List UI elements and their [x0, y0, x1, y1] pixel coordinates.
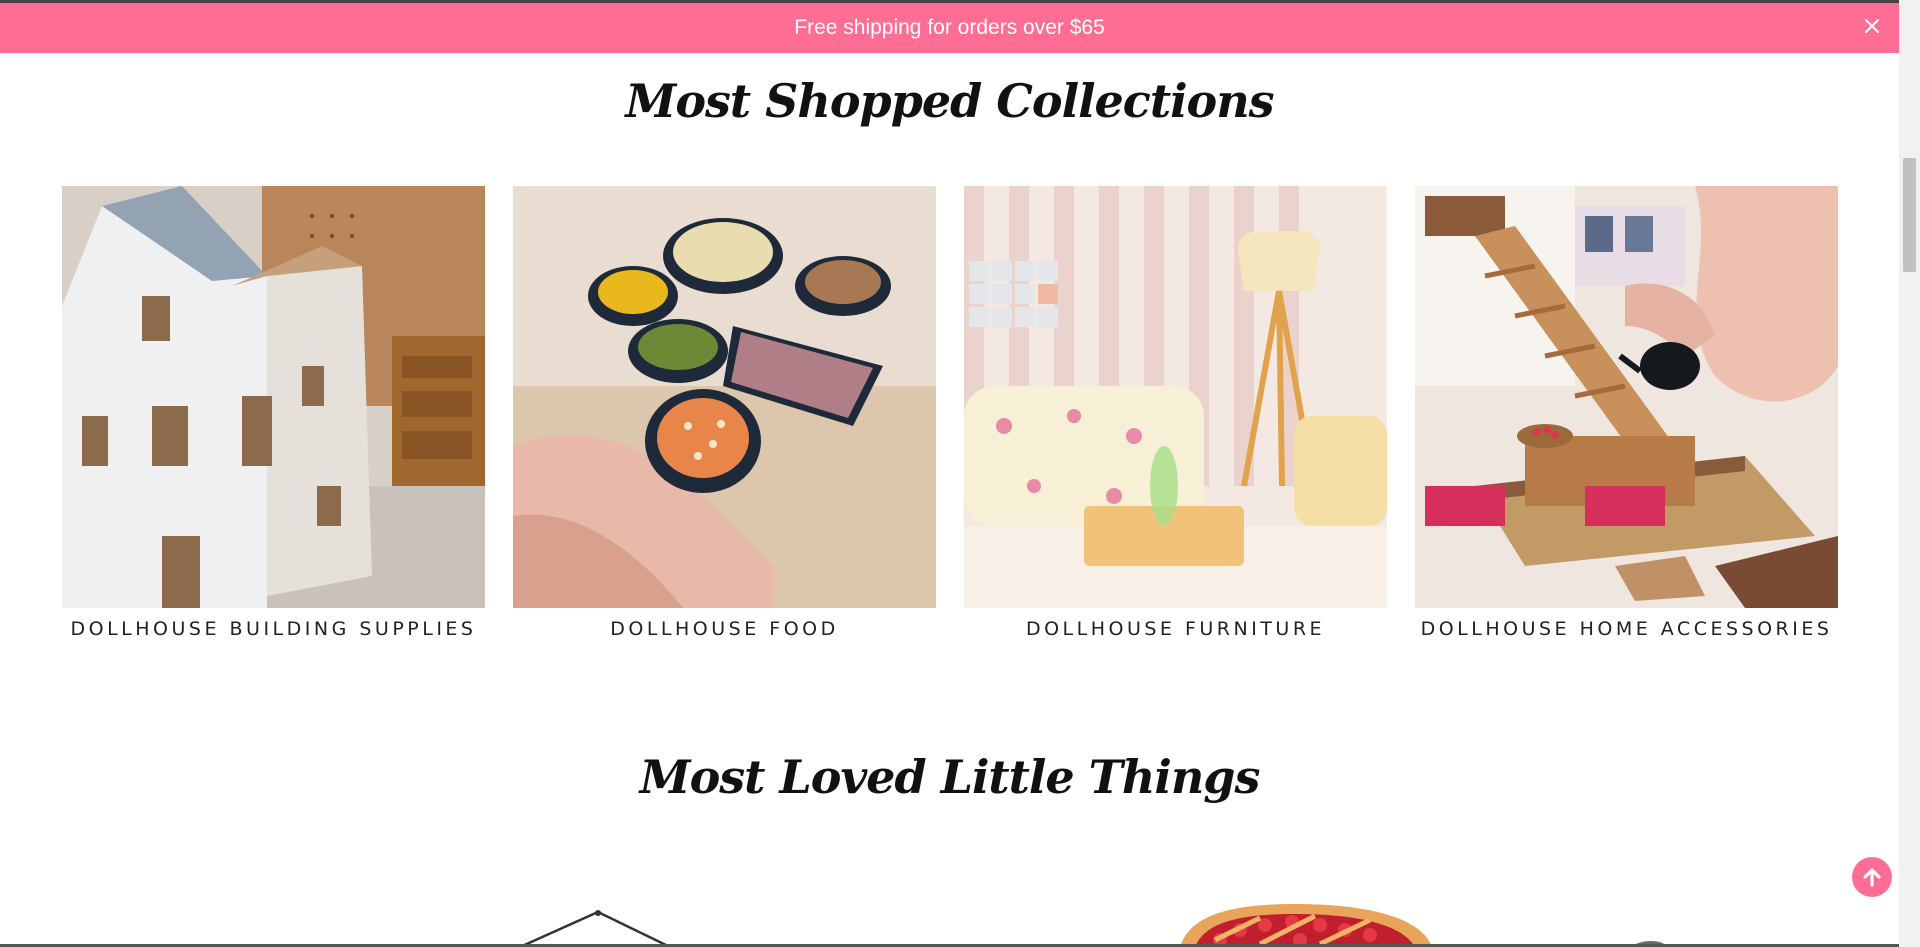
dollhouse-building-supplies-image — [62, 186, 485, 608]
collection-label: DOLLHOUSE FURNITURE — [1025, 618, 1326, 640]
dollhouse-food-image — [513, 186, 936, 608]
collection-label: DOLLHOUSE FOOD — [610, 618, 839, 640]
collection-card-food[interactable]: DOLLHOUSE FOOD — [513, 186, 936, 640]
collection-label: DOLLHOUSE HOME ACCESSORIES — [1420, 618, 1833, 640]
close-icon[interactable] — [1859, 13, 1885, 39]
scroll-to-top-button[interactable] — [1852, 857, 1892, 897]
collections-section-title: Most Shopped Collections — [625, 74, 1274, 128]
scrollbar-track[interactable] — [1899, 0, 1920, 947]
product-preview-images — [519, 904, 1668, 947]
dollhouse-home-accessories-image — [1415, 186, 1838, 608]
collection-card-home-accessories[interactable]: DOLLHOUSE HOME ACCESSORIES — [1415, 186, 1838, 640]
arrow-up-circle-icon — [1863, 868, 1881, 887]
collection-label: DOLLHOUSE BUILDING SUPPLIES — [70, 618, 477, 640]
scrollbar-thumb[interactable] — [1903, 158, 1916, 272]
collection-card-furniture[interactable]: DOLLHOUSE FURNITURE — [964, 186, 1387, 640]
announcement-text: Free shipping for orders over $65 — [794, 16, 1105, 39]
announcement-bar: Free shipping for orders over $65 — [0, 3, 1899, 53]
collection-card-building-supplies[interactable]: DOLLHOUSE BUILDING SUPPLIES — [62, 186, 485, 640]
collections-grid: DOLLHOUSE BUILDING SUPPLIES DOLLHOUSE FO… — [62, 186, 1838, 646]
product-images-peek — [0, 880, 1899, 947]
dollhouse-furniture-image — [964, 186, 1387, 608]
loved-section-title: Most Loved Little Things — [639, 750, 1261, 804]
